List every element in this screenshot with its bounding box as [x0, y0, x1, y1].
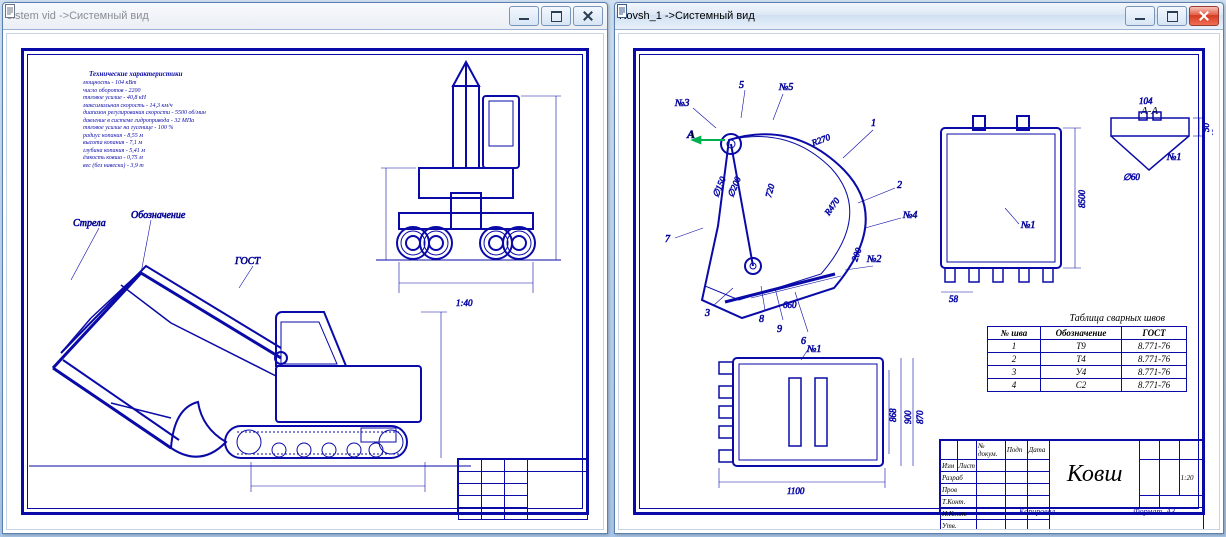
close-button[interactable] — [573, 6, 603, 26]
svg-text:№3: №3 — [674, 98, 689, 109]
maximize-button[interactable] — [1157, 6, 1187, 26]
table-row: 3У48.771-76 — [988, 366, 1187, 379]
title-block — [457, 458, 589, 515]
svg-text:868: 868 — [888, 408, 898, 422]
svg-text:6: 6 — [801, 336, 806, 347]
minimize-button[interactable] — [1125, 6, 1155, 26]
svg-text:7: 7 — [665, 234, 671, 245]
table-row: 2Т48.771-76 — [988, 353, 1187, 366]
svg-text:3: 3 — [704, 308, 710, 319]
cad-window-system-view: sistem vid ->Системный вид Технические х… — [2, 2, 608, 534]
svg-text:900: 900 — [903, 410, 913, 424]
svg-text:104: 104 — [1139, 96, 1153, 106]
label-boom: Стрела — [73, 218, 106, 229]
svg-text:№1: №1 — [1166, 152, 1181, 163]
excavator-drawing: 1:40 — [21, 48, 597, 518]
svg-text:8500: 8500 — [1077, 190, 1087, 209]
svg-text:Обозначение: Обозначение — [131, 210, 186, 221]
document-icon — [615, 3, 631, 19]
svg-text:№4: №4 — [902, 210, 917, 221]
cad-window-kovsh: Kovsh_1 ->Системный вид — [614, 2, 1224, 534]
table-row: 1Т98.771-76 — [988, 340, 1187, 353]
window-title: Kovsh_1 ->Системный вид — [619, 10, 1125, 22]
document-icon — [3, 3, 19, 19]
window-title: sistem vid ->Системный вид — [7, 10, 509, 22]
maximize-button[interactable] — [541, 6, 571, 26]
drawing-sheet: Технические характеристики мощность - 10… — [21, 48, 589, 515]
seam-table-title: Таблица сварных швов — [1070, 313, 1165, 324]
drawing-viewport[interactable]: №3 5 №5 1 2 №4 №2 7 3 8 9 6 А — [618, 33, 1220, 530]
svg-text:2: 2 — [897, 180, 902, 191]
close-button[interactable] — [1189, 6, 1219, 26]
svg-text:№5: №5 — [778, 82, 793, 93]
svg-text:№1: №1 — [1020, 220, 1035, 231]
svg-text:1:40: 1:40 — [456, 298, 473, 308]
svg-text:200: 200 — [849, 246, 863, 263]
footer-copy: Копировал — [1019, 507, 1055, 517]
svg-text:50: 50 — [1201, 123, 1211, 133]
seam-table: № шваОбозначениеГОСТ 1Т98.771-76 2Т48.77… — [987, 326, 1187, 392]
drawing-viewport[interactable]: Технические характеристики мощность - 10… — [6, 33, 604, 530]
svg-text:9: 9 — [777, 324, 782, 335]
svg-text:1100: 1100 — [787, 486, 805, 496]
svg-text:40: 40 — [1211, 129, 1213, 139]
table-row: 4С28.771-76 — [988, 379, 1187, 392]
svg-text:ГОСТ: ГОСТ — [234, 256, 261, 267]
svg-text:8: 8 — [759, 314, 764, 325]
minimize-button[interactable] — [509, 6, 539, 26]
titlebar[interactable]: Kovsh_1 ->Системный вид — [615, 3, 1223, 30]
svg-text:660: 660 — [783, 300, 797, 310]
svg-text:R270: R270 — [809, 132, 832, 148]
svg-text:5: 5 — [739, 80, 744, 91]
svg-text:1: 1 — [871, 118, 876, 129]
svg-text:∅60: ∅60 — [1123, 172, 1140, 182]
svg-text:А-А: А-А — [1140, 105, 1158, 117]
svg-text:870: 870 — [915, 410, 925, 424]
svg-text:№2: №2 — [866, 254, 881, 265]
drawing-sheet: №3 5 №5 1 2 №4 №2 7 3 8 9 6 А — [633, 48, 1205, 515]
svg-text:58: 58 — [949, 294, 959, 304]
svg-text:720: 720 — [763, 182, 776, 198]
titlebar[interactable]: sistem vid ->Системный вид — [3, 3, 607, 30]
footer-format: Формат А3 — [1117, 497, 1175, 517]
svg-text:R470: R470 — [822, 195, 842, 218]
